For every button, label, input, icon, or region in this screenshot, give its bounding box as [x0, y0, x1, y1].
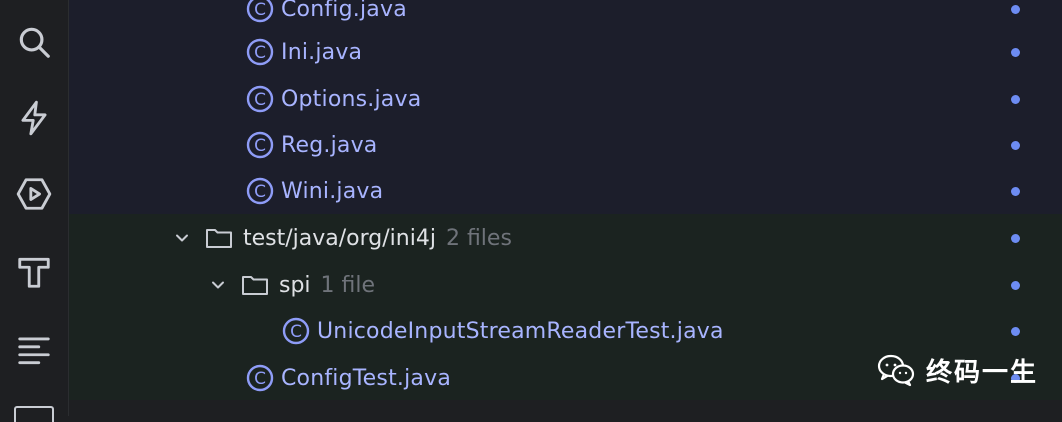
- modified-indicator: [1011, 281, 1020, 290]
- modified-indicator: [1011, 234, 1020, 243]
- structure-tool-button[interactable]: [0, 324, 68, 376]
- class-icon: C: [245, 37, 275, 67]
- class-icon: C: [245, 130, 275, 160]
- terminal-icon[interactable]: [14, 406, 54, 422]
- modified-indicator: [1011, 48, 1020, 57]
- watermark-text: 终码一生: [926, 357, 1039, 388]
- file-name: Config.java: [281, 0, 407, 22]
- svg-text:C: C: [254, 90, 266, 110]
- class-icon: C: [245, 84, 275, 114]
- modified-indicator: [1011, 327, 1020, 336]
- class-icon: C: [245, 0, 275, 24]
- svg-text:C: C: [254, 369, 266, 389]
- tree-row-wini[interactable]: C Wini.java: [69, 168, 1062, 214]
- svg-text:C: C: [254, 43, 266, 63]
- tree-row-options[interactable]: C Options.java: [69, 76, 1062, 122]
- modified-indicator: [1011, 95, 1020, 104]
- wechat-icon: [877, 354, 915, 387]
- folder-name: test/java/org/ini4j: [243, 225, 436, 251]
- tree-row-spi-folder[interactable]: spi 1 file: [69, 262, 1062, 308]
- svg-text:C: C: [254, 182, 266, 202]
- class-icon: C: [245, 363, 275, 393]
- tree-row-reg[interactable]: C Reg.java: [69, 122, 1062, 168]
- tree-row-test-folder[interactable]: test/java/org/ini4j 2 files: [69, 215, 1062, 261]
- modified-indicator: [1011, 187, 1020, 196]
- file-name: UnicodeInputStreamReaderTest.java: [317, 318, 724, 344]
- tree-row-ini[interactable]: C Ini.java: [69, 29, 1062, 75]
- file-name: Options.java: [281, 86, 422, 112]
- search-icon: [19, 27, 50, 58]
- search-tool-button[interactable]: [0, 16, 68, 68]
- tree-row-config[interactable]: C Config.java: [69, 0, 1062, 32]
- folder-icon: [205, 224, 235, 252]
- folder-name: spi: [279, 272, 311, 298]
- services-tool-button[interactable]: [0, 92, 68, 144]
- folder-icon: [241, 271, 271, 299]
- tool-window-strip: [0, 0, 69, 422]
- hammer-icon: [18, 257, 50, 288]
- watermark: 终码一生: [876, 350, 1038, 390]
- lightning-icon: [21, 100, 47, 136]
- file-count: 1 file: [320, 272, 376, 298]
- file-name: Reg.java: [281, 132, 378, 158]
- class-icon: C: [281, 316, 311, 346]
- tree-row-unicode-test[interactable]: C UnicodeInputStreamReaderTest.java: [69, 308, 1062, 354]
- modified-indicator: [1011, 141, 1020, 150]
- svg-text:C: C: [254, 136, 266, 156]
- file-count: 2 files: [445, 225, 512, 251]
- file-name: Wini.java: [281, 178, 384, 204]
- chevron-down-icon[interactable]: [207, 274, 229, 296]
- align-left-icon: [18, 337, 50, 365]
- modified-indicator: [1011, 5, 1020, 14]
- file-name: Ini.java: [281, 39, 363, 65]
- run-hexagon-icon: [16, 178, 52, 210]
- file-name: ConfigTest.java: [281, 365, 451, 391]
- class-icon: C: [245, 176, 275, 206]
- build-tool-button[interactable]: [0, 246, 68, 298]
- chevron-down-icon[interactable]: [171, 227, 193, 249]
- svg-text:C: C: [290, 322, 302, 342]
- run-tool-button[interactable]: [0, 168, 68, 220]
- svg-text:C: C: [254, 0, 266, 20]
